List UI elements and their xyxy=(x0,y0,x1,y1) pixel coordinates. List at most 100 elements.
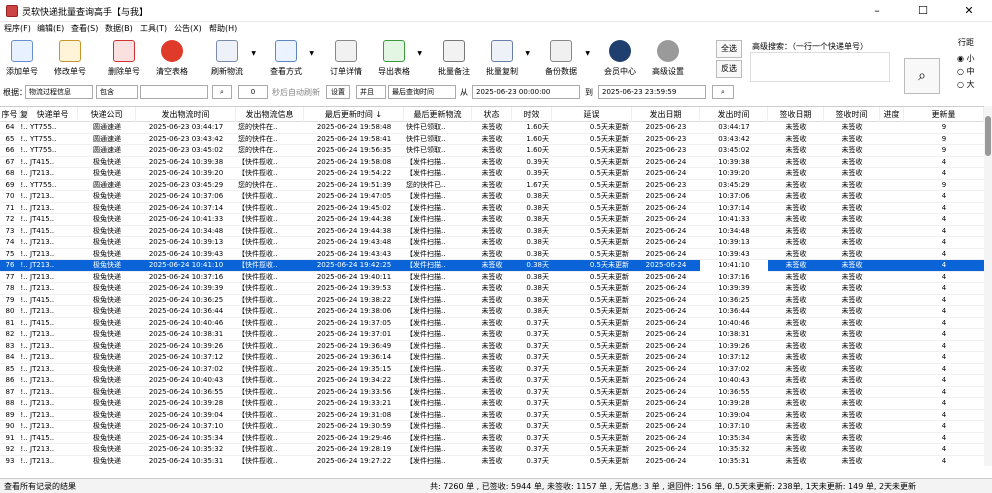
row-spacing-medium[interactable]: ○ 中 xyxy=(957,66,975,77)
column-header[interactable]: 更新量 xyxy=(904,107,984,122)
menu-edit[interactable]: 编辑(E) xyxy=(37,23,64,34)
filter-bar: 根据： 物流过程信息 包含 ⌕ 0 秒后自动刷新 设置 并且 最后查询时间 从 … xyxy=(0,84,900,100)
column-header[interactable]: 复 xyxy=(20,107,28,122)
refresh-settings-button[interactable]: 设置 xyxy=(326,85,350,99)
table-row[interactable]: 76!.. JT213.. 极兔快递 2025-06-24 10:41:10 【快件揽收… xyxy=(0,260,984,272)
table-cell: 69 xyxy=(5,180,15,189)
table-row[interactable]: 90!.. JT213.. 极兔快递 2025-06-24 10:37:10 【快件揽收… xyxy=(0,421,984,433)
table-row[interactable]: 68!.. JT213.. 极兔快递 2025-06-24 10:39:20 【快件揽收… xyxy=(0,168,984,180)
column-header[interactable]: 签收日期 xyxy=(768,107,824,122)
clear-table-button[interactable]: 清空表格 xyxy=(152,36,192,80)
filter-field-select[interactable]: 物流过程信息 xyxy=(25,85,93,99)
table-row[interactable]: 93!.. JT213.. 极兔快递 2025-06-24 10:35:31 【快件揽收… xyxy=(0,456,984,467)
table-row[interactable]: 83!.. JT213.. 极兔快递 2025-06-24 10:39:26 【快件揽收… xyxy=(0,341,984,352)
table-row[interactable]: 66!.. YT755.. 圆通速递 2025-06-23 03:45:02 您的快件在… xyxy=(0,145,984,157)
table-cell: 【发件扫描.. xyxy=(406,226,446,235)
close-window-button[interactable]: ✕ xyxy=(946,0,992,22)
view-mode-button[interactable]: 查看方式 ▼ xyxy=(266,36,314,80)
delete-number-button[interactable]: 删除单号 xyxy=(104,36,144,80)
column-header[interactable]: 延误 xyxy=(552,107,632,122)
filter-value-input[interactable] xyxy=(140,85,208,99)
batch-note-button[interactable]: 批量备注 xyxy=(434,36,474,80)
scrollbar-thumb[interactable] xyxy=(985,116,991,156)
table-row[interactable]: 78!.. JT213.. 极兔快递 2025-06-24 10:39:39 【快件揽收… xyxy=(0,283,984,295)
table-row[interactable]: 87!.. JT213.. 极兔快递 2025-06-24 10:36:55 【快件揽收… xyxy=(0,387,984,398)
column-header[interactable]: 发出物流信息 xyxy=(236,107,304,122)
menu-help[interactable]: 帮助(H) xyxy=(209,23,237,34)
filter-op-select[interactable]: 包含 xyxy=(96,85,138,99)
export-table-button[interactable]: 导出表格 ▼ xyxy=(374,36,422,80)
table-row[interactable]: 82!.. JT213.. 极兔快递 2025-06-24 10:38:31 【快件揽收… xyxy=(0,329,984,341)
add-number-button[interactable]: 添加单号 xyxy=(2,36,42,80)
date-search-button[interactable]: ⌕ xyxy=(712,85,734,99)
select-all-button[interactable]: 全选 xyxy=(716,40,742,58)
time-field-select[interactable]: 最后查询时间 xyxy=(388,85,456,99)
menu-tools[interactable]: 工具(T) xyxy=(140,23,167,34)
to-date-input[interactable]: 2025-06-23 23:59:59 xyxy=(598,85,706,99)
column-header[interactable]: 序号 xyxy=(0,107,20,122)
table-row[interactable]: 70!.. JT213.. 极兔快递 2025-06-24 10:37:06 【快件揽收… xyxy=(0,191,984,203)
table-row[interactable]: 77!.. JT213.. 极兔快递 2025-06-24 10:37:16 【快件揽收… xyxy=(0,272,984,283)
vertical-scrollbar[interactable] xyxy=(984,106,992,466)
backup-data-button[interactable]: 备份数据 ▼ xyxy=(540,36,590,80)
column-header[interactable]: 最后更新物流 xyxy=(404,107,472,122)
menu-view[interactable]: 查看(S) xyxy=(71,23,98,34)
table-row[interactable]: 75!.. JT213.. 极兔快递 2025-06-24 10:39:43 【快件揽收… xyxy=(0,249,984,260)
table-row[interactable]: 74!.. JT213.. 极兔快递 2025-06-24 10:39:13 【快件揽收… xyxy=(0,237,984,249)
table-row[interactable]: 84!.. JT213.. 极兔快递 2025-06-24 10:37:12 【快件揽收… xyxy=(0,352,984,364)
row-spacing-large[interactable]: ○ 大 xyxy=(957,79,975,90)
table-row[interactable]: 71!.. JT213.. 极兔快递 2025-06-24 10:37:14 【快件揽收… xyxy=(0,203,984,214)
row-spacing-small[interactable]: ◉ 小 xyxy=(957,53,975,64)
table-cell: 64 xyxy=(5,123,15,131)
table-cell: 极兔快递 xyxy=(93,284,121,292)
table-row[interactable]: 65!.. YT755.. 圆通速递 2025-06-23 03:43:42 您的快件在… xyxy=(0,134,984,145)
table-row[interactable]: 91!.. JT415.. 极兔快递 2025-06-24 10:35:34 【快件揽收… xyxy=(0,433,984,444)
column-header[interactable]: 发出日期 xyxy=(632,107,700,122)
column-header[interactable]: 最后更新时间 ↓ xyxy=(304,107,404,122)
refresh-logistics-button[interactable]: 刷新物流 ▼ xyxy=(206,36,256,80)
table-cell: 未签收 xyxy=(785,445,807,453)
column-header[interactable]: 签收时间 xyxy=(824,107,880,122)
table-row[interactable]: 79!.. JT415.. 极兔快递 2025-06-24 10:36:25 【快件揽收… xyxy=(0,295,984,306)
column-header[interactable]: 快递单号 xyxy=(28,107,78,122)
menu-data[interactable]: 数据(B) xyxy=(105,23,133,34)
order-detail-button[interactable]: 订单详情 xyxy=(326,36,366,80)
table-row[interactable]: 85!.. JT213.. 极兔快递 2025-06-24 10:37:02 【快件揽收… xyxy=(0,364,984,375)
from-date-input[interactable]: 2025-06-23 00:00:00 xyxy=(472,85,580,99)
advanced-search-textarea[interactable] xyxy=(750,52,890,82)
refresh-seconds-input[interactable]: 0 xyxy=(238,85,268,99)
menu-notice[interactable]: 公告(X) xyxy=(174,23,202,34)
table-row[interactable]: 81!.. JT415.. 极兔快递 2025-06-24 10:40:46 【快件揽收… xyxy=(0,318,984,329)
column-header[interactable]: 发出时间 xyxy=(700,107,768,122)
column-header[interactable]: 快递公司 xyxy=(78,107,136,122)
table-row[interactable]: 69!.. YT755.. 圆通速递 2025-06-23 03:45:29 您的快件在… xyxy=(0,180,984,191)
advanced-settings-button[interactable]: 高级设置 xyxy=(648,36,688,80)
column-header[interactable]: 状态 xyxy=(472,107,512,122)
column-header[interactable]: 时效 xyxy=(512,107,552,122)
column-header[interactable]: 发出物流时间 xyxy=(136,107,236,122)
table-row[interactable]: 88!.. JT213.. 极兔快递 2025-06-24 10:39:28 【快件揽收… xyxy=(0,398,984,410)
table-row[interactable]: 67!.. JT415.. 极兔快递 2025-06-24 10:39:38 【快件揽收… xyxy=(0,157,984,168)
table-row[interactable]: 86!.. JT213.. 极兔快递 2025-06-24 10:40:43 【快件揽收… xyxy=(0,375,984,387)
invert-selection-button[interactable]: 反选 xyxy=(716,60,742,78)
filter-search-button[interactable]: ⌕ xyxy=(212,85,232,99)
member-center-button[interactable]: 会员中心 xyxy=(600,36,640,80)
search-button[interactable]: ⌕ xyxy=(904,58,940,94)
menu-program[interactable]: 程序(F) xyxy=(4,23,31,34)
table-row[interactable]: 80!.. JT213.. 极兔快递 2025-06-24 10:36:44 【快件揽收… xyxy=(0,306,984,318)
table-row[interactable]: 92!.. JT213.. 极兔快递 2025-06-24 10:35:32 【快件揽收… xyxy=(0,444,984,456)
table-row[interactable]: 72!.. JT415.. 极兔快递 2025-06-24 10:41:33 【快件揽收… xyxy=(0,214,984,226)
table-cell: 圆通速递 xyxy=(93,134,121,143)
table-row[interactable]: 64!.. YT755.. 圆通速递 2025-06-23 03:44:17 您的快件在… xyxy=(0,122,984,134)
table-cell: 未签收 xyxy=(785,387,807,396)
table-cell: 4 xyxy=(941,376,947,384)
table-cell xyxy=(880,352,904,364)
batch-copy-button[interactable]: 批量复制 ▼ xyxy=(482,36,530,80)
column-header[interactable]: 进度 xyxy=(880,107,904,122)
edit-number-button[interactable]: 修改单号 xyxy=(50,36,90,80)
maximize-button[interactable]: ☐ xyxy=(900,0,946,22)
table-row[interactable]: 89!.. JT213.. 极兔快递 2025-06-24 10:39:04 【快件揽收… xyxy=(0,410,984,421)
minimize-button[interactable]: – xyxy=(854,0,900,22)
table-row[interactable]: 73!.. JT415.. 极兔快递 2025-06-24 10:34:48 【快件揽收… xyxy=(0,226,984,237)
logic-select[interactable]: 并且 xyxy=(356,85,386,99)
